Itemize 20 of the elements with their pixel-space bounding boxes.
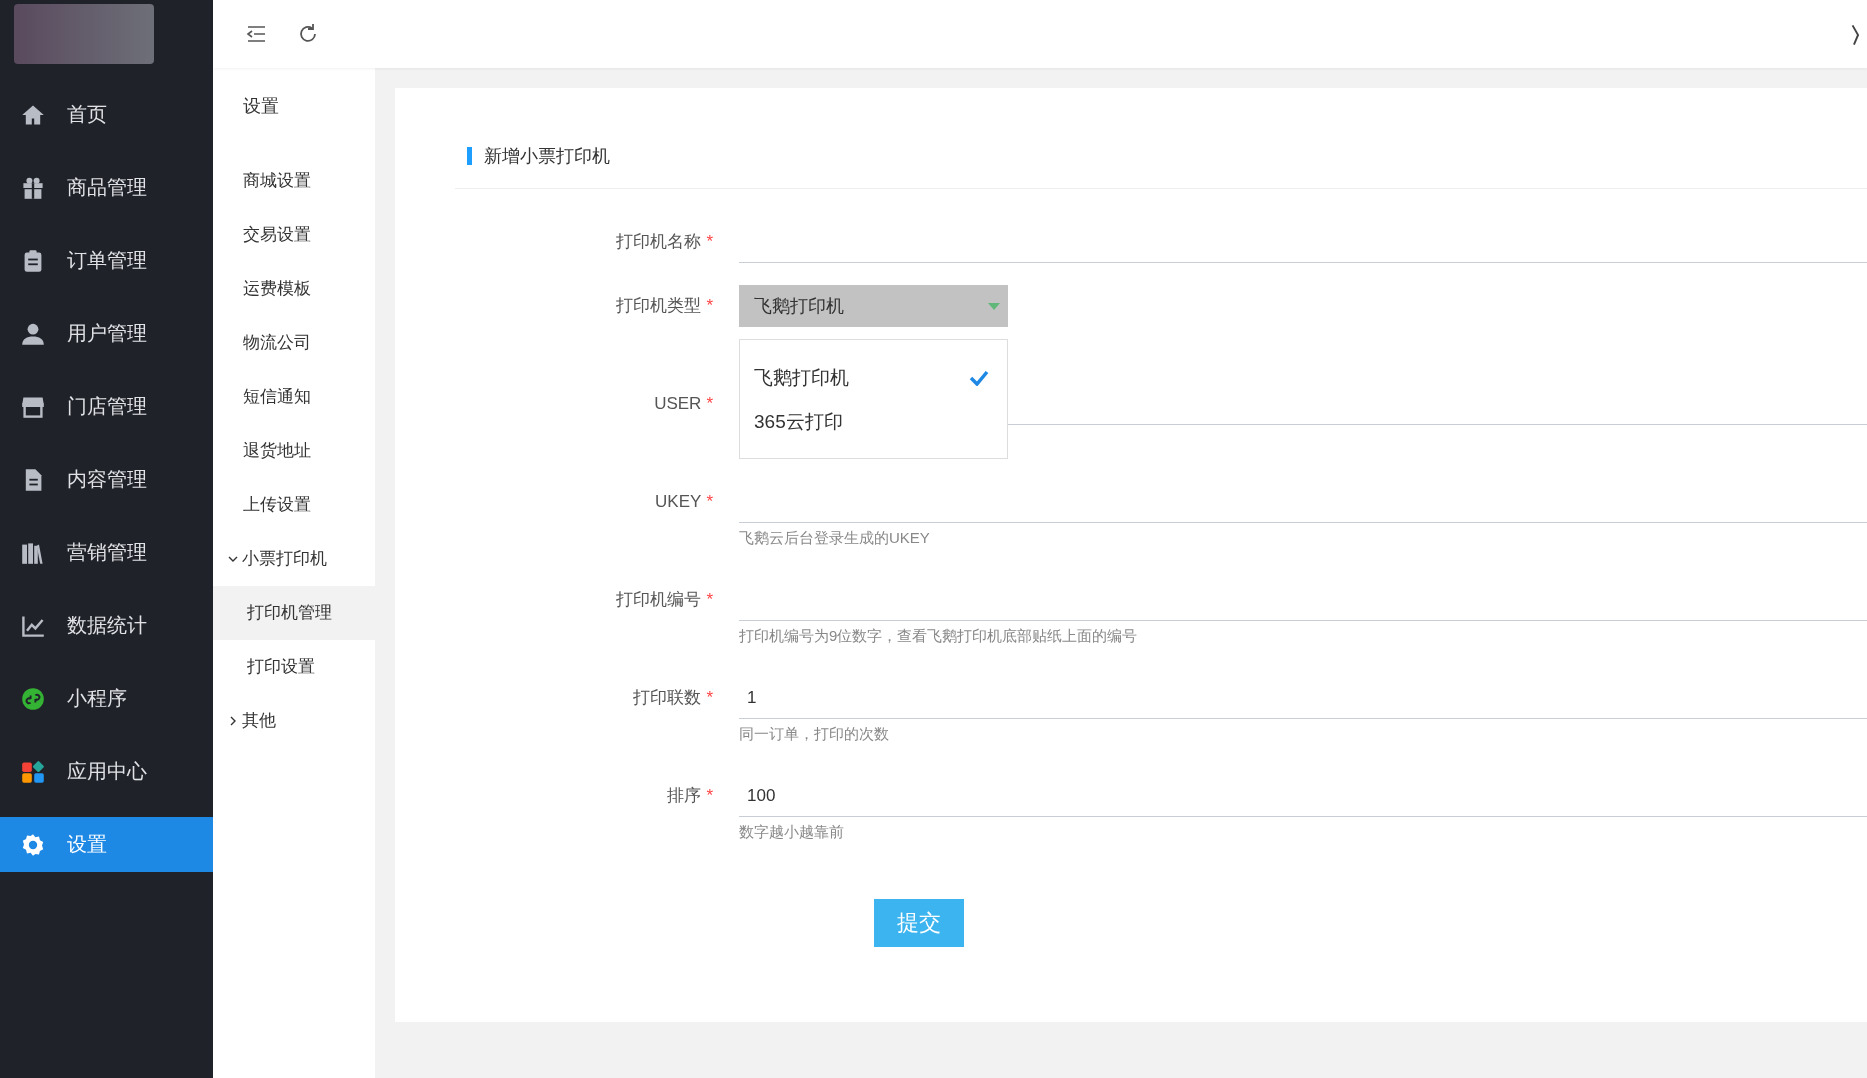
- field-label: 打印联数: [633, 688, 702, 707]
- field-hint: 飞鹅云后台登录生成的UKEY: [739, 528, 931, 548]
- field-label: 打印机编号: [616, 590, 702, 609]
- field-label: 打印机类型: [616, 296, 702, 315]
- required-mark: *: [706, 492, 713, 511]
- required-mark: *: [706, 590, 713, 609]
- field-label: USER: [654, 394, 702, 413]
- required-mark: *: [706, 232, 713, 251]
- required-mark: *: [706, 394, 713, 413]
- field-hint: 同一订单，打印的次数: [739, 724, 890, 744]
- field-hint: 打印机编号为9位数字，查看飞鹅打印机底部贴纸上面的编号: [739, 626, 1139, 646]
- field-label: 打印机名称: [616, 232, 702, 251]
- submenu-title: 设置: [242, 95, 280, 118]
- field-hint: 数字越小越靠前: [739, 822, 845, 842]
- field-label: UKEY: [655, 492, 702, 511]
- required-mark: *: [706, 688, 713, 707]
- field-label: 排序: [667, 786, 702, 805]
- required-mark: *: [706, 786, 713, 805]
- form-title: 新增小票打印机: [484, 145, 610, 168]
- required-mark: *: [706, 296, 713, 315]
